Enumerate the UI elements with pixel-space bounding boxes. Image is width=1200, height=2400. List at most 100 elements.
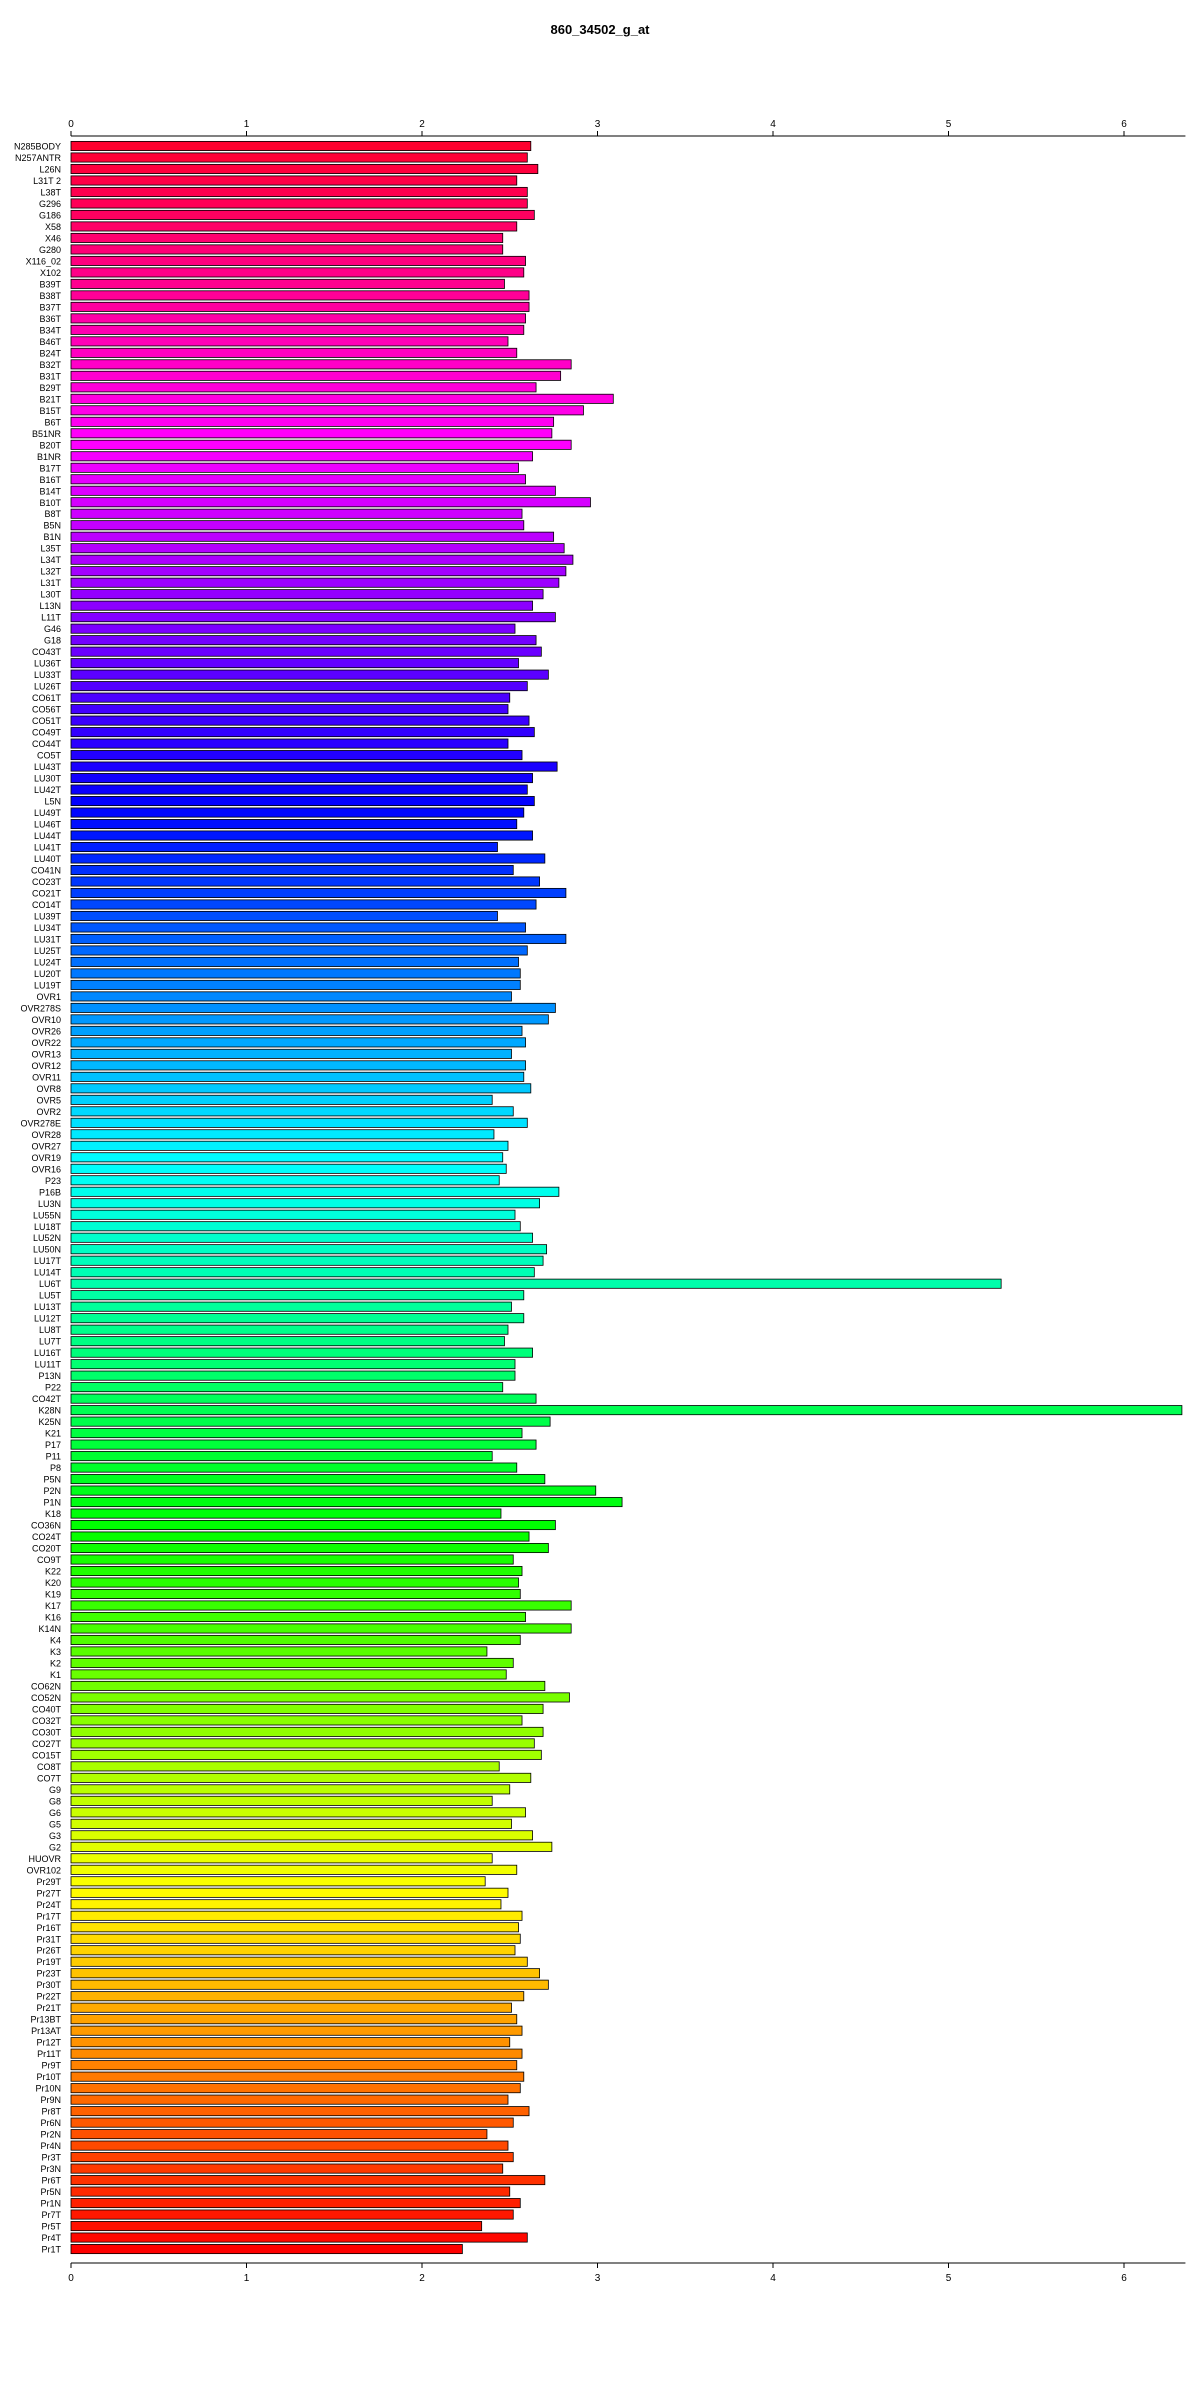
bar bbox=[70, 359, 572, 370]
category-label: CO40T bbox=[32, 1704, 62, 1714]
bar bbox=[70, 1945, 516, 1956]
category-label: Pr6N bbox=[40, 2118, 61, 2128]
bar bbox=[70, 761, 558, 772]
category-label: L13N bbox=[39, 601, 61, 611]
category-label: CO21T bbox=[32, 888, 62, 898]
category-label: LU18T bbox=[34, 1222, 62, 1232]
bar bbox=[70, 2037, 511, 2048]
category-label: CO51T bbox=[32, 716, 62, 726]
bar bbox=[70, 497, 591, 508]
bar bbox=[70, 152, 528, 163]
category-label: OVR22 bbox=[31, 1038, 61, 1048]
category-label: CO44T bbox=[32, 739, 62, 749]
bar bbox=[70, 1094, 493, 1105]
bar bbox=[70, 1761, 500, 1772]
category-label: P17 bbox=[45, 1440, 61, 1450]
category-label: G296 bbox=[39, 199, 61, 209]
category-label: B5N bbox=[43, 521, 61, 531]
category-label: K28N bbox=[38, 1406, 61, 1416]
bar bbox=[70, 2025, 523, 2036]
bar bbox=[70, 1221, 521, 1232]
category-label: L5N bbox=[44, 797, 61, 807]
category-label: CO27T bbox=[32, 1739, 62, 1749]
bar bbox=[70, 750, 523, 761]
category-label: K1 bbox=[50, 1670, 61, 1680]
category-label: L31T bbox=[40, 578, 61, 588]
category-label: L30T bbox=[40, 590, 61, 600]
category-label: LU42T bbox=[34, 785, 62, 795]
bar bbox=[70, 784, 528, 795]
bar bbox=[70, 819, 518, 830]
bar bbox=[70, 1083, 532, 1094]
category-label: X58 bbox=[45, 222, 61, 232]
category-label: X116_02 bbox=[26, 256, 61, 266]
bar bbox=[70, 715, 530, 726]
bar bbox=[70, 1313, 525, 1324]
bar bbox=[70, 1462, 518, 1473]
category-label: LU30T bbox=[34, 774, 62, 784]
top-axis-tick-label: 0 bbox=[68, 119, 74, 130]
bar bbox=[70, 1428, 523, 1439]
category-label: B37T bbox=[39, 302, 61, 312]
bar bbox=[70, 324, 525, 335]
top-axis-tick-label: 6 bbox=[1121, 119, 1127, 130]
bar bbox=[70, 1910, 523, 1921]
category-label: B38T bbox=[39, 291, 61, 301]
category-label: LU26T bbox=[34, 682, 62, 692]
bar bbox=[70, 635, 537, 646]
category-label: B51NR bbox=[32, 429, 62, 439]
category-label: CO36N bbox=[31, 1521, 61, 1531]
category-label: K4 bbox=[50, 1635, 61, 1645]
bar bbox=[70, 1209, 516, 1220]
bar bbox=[70, 347, 518, 358]
bar bbox=[70, 554, 574, 565]
category-label: Pr11T bbox=[37, 2049, 61, 2059]
bar bbox=[70, 2060, 518, 2071]
bar bbox=[70, 1956, 528, 1967]
bar bbox=[70, 1163, 507, 1174]
category-label: LU17T bbox=[34, 1256, 62, 1266]
bar bbox=[70, 462, 519, 473]
category-label: N257ANTR bbox=[15, 153, 62, 163]
category-label: B14T bbox=[39, 486, 61, 496]
category-label: P8 bbox=[50, 1463, 61, 1473]
bar bbox=[70, 1531, 530, 1542]
bar bbox=[70, 1611, 526, 1622]
category-label: B31T bbox=[39, 371, 61, 381]
category-label: Pr3T bbox=[41, 2153, 61, 2163]
bar bbox=[70, 1140, 509, 1151]
category-label: OVR13 bbox=[31, 1049, 61, 1059]
bar bbox=[70, 1474, 546, 1485]
bar bbox=[70, 1703, 544, 1714]
bar bbox=[70, 474, 526, 485]
category-label: P5N bbox=[43, 1475, 61, 1485]
bar bbox=[70, 2175, 546, 2186]
bar bbox=[70, 1106, 514, 1117]
bar bbox=[70, 1922, 519, 1933]
bar bbox=[70, 612, 556, 623]
category-label: K21 bbox=[45, 1429, 61, 1439]
category-label: L11T bbox=[41, 613, 61, 623]
bar bbox=[70, 933, 567, 944]
bar bbox=[70, 899, 537, 910]
bar bbox=[70, 1382, 504, 1393]
category-label: B16T bbox=[39, 475, 61, 485]
category-label: Pr23T bbox=[36, 1969, 61, 1979]
category-label: P16B bbox=[39, 1187, 61, 1197]
bar bbox=[70, 1037, 526, 1048]
bar bbox=[70, 1393, 537, 1404]
bars-group bbox=[70, 140, 1183, 2255]
category-label: G186 bbox=[39, 210, 61, 220]
bar bbox=[70, 727, 535, 738]
category-label: L32T bbox=[40, 567, 61, 577]
bar bbox=[70, 1899, 502, 1910]
category-label: LU7T bbox=[39, 1337, 62, 1347]
bar bbox=[70, 140, 532, 151]
bar bbox=[70, 290, 530, 301]
category-label: CO41N bbox=[31, 866, 61, 876]
category-label: Pr10N bbox=[35, 2084, 61, 2094]
bar bbox=[70, 2129, 488, 2140]
category-label: CO43T bbox=[32, 647, 62, 657]
bar bbox=[70, 2140, 509, 2151]
bar bbox=[70, 876, 540, 887]
